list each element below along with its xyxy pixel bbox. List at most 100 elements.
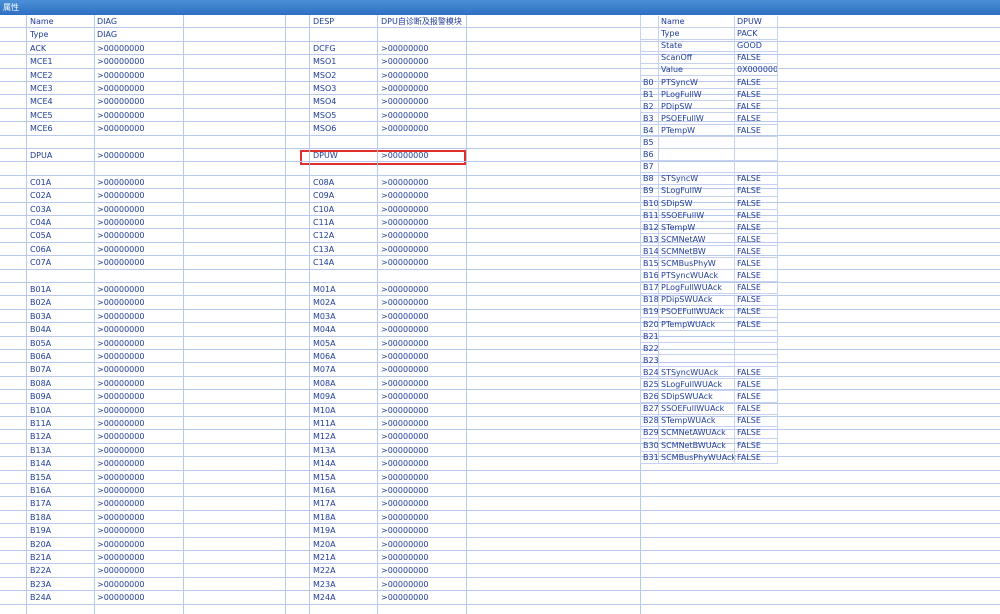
property-value[interactable]: >00000000 <box>381 444 428 457</box>
table-row[interactable] <box>0 430 1000 444</box>
property-value[interactable]: DIAG <box>97 28 117 41</box>
property-value[interactable]: >00000000 <box>97 55 144 68</box>
property-value[interactable]: DPU自诊断及报警模块 <box>381 15 462 28</box>
property-value[interactable]: >00000000 <box>381 55 428 68</box>
property-value[interactable]: >00000000 <box>97 189 144 202</box>
bit-value[interactable]: FALSE <box>737 113 777 125</box>
table-row[interactable] <box>0 256 1000 270</box>
table-row[interactable] <box>0 136 1000 149</box>
property-value[interactable]: >00000000 <box>97 457 144 470</box>
property-value[interactable]: >00000000 <box>381 551 428 564</box>
property-value[interactable]: >00000000 <box>381 404 428 417</box>
property-value[interactable]: >00000000 <box>97 256 144 269</box>
bit-value[interactable] <box>737 137 777 149</box>
bit-value[interactable]: FALSE <box>737 234 777 246</box>
property-value[interactable]: >00000000 <box>97 484 144 497</box>
property-value[interactable]: >00000000 <box>381 296 428 309</box>
property-value[interactable]: >00000000 <box>97 310 144 323</box>
property-value[interactable]: >00000000 <box>97 337 144 350</box>
property-value[interactable]: >00000000 <box>97 149 144 162</box>
table-row[interactable] <box>0 189 1000 203</box>
property-value[interactable]: DIAG <box>97 15 117 28</box>
property-value[interactable]: >00000000 <box>381 578 428 591</box>
table-row[interactable] <box>0 471 1000 484</box>
property-value[interactable]: >00000000 <box>97 511 144 524</box>
property-value[interactable]: >00000000 <box>97 564 144 577</box>
table-row[interactable] <box>0 564 1000 578</box>
table-row[interactable] <box>0 350 1000 364</box>
property-value[interactable]: >00000000 <box>97 122 144 135</box>
table-row[interactable] <box>0 109 1000 123</box>
property-value[interactable]: >00000000 <box>381 350 428 363</box>
bit-value[interactable]: FALSE <box>737 379 777 391</box>
table-row[interactable] <box>0 149 1000 163</box>
bit-value[interactable] <box>737 161 777 173</box>
property-value[interactable]: >00000000 <box>381 310 428 323</box>
table-row[interactable] <box>0 363 1000 377</box>
property-value[interactable]: >00000000 <box>381 203 428 216</box>
property-value[interactable]: >00000000 <box>381 122 428 135</box>
property-value[interactable]: >00000000 <box>381 511 428 524</box>
table-row[interactable] <box>0 243 1000 257</box>
bit-value[interactable]: 0X0000000 <box>737 64 777 76</box>
property-value[interactable]: >00000000 <box>97 216 144 229</box>
property-value[interactable]: >00000000 <box>381 497 428 510</box>
property-value[interactable]: >00000000 <box>381 95 428 108</box>
property-value[interactable]: >00000000 <box>97 229 144 242</box>
property-value[interactable]: >00000000 <box>97 296 144 309</box>
bit-value[interactable]: FALSE <box>737 52 777 64</box>
property-value[interactable]: >00000000 <box>381 430 428 443</box>
table-row[interactable] <box>0 457 1000 471</box>
property-value[interactable]: >00000000 <box>381 484 428 497</box>
table-row[interactable] <box>0 95 1000 109</box>
property-value[interactable]: >00000000 <box>97 390 144 403</box>
bit-value[interactable] <box>737 149 777 161</box>
bit-value[interactable]: FALSE <box>737 391 777 403</box>
property-value[interactable]: >00000000 <box>97 323 144 336</box>
bit-value[interactable]: FALSE <box>737 173 777 185</box>
bit-value[interactable]: PACK <box>737 28 777 40</box>
bit-value[interactable]: FALSE <box>737 185 777 197</box>
property-value[interactable]: >00000000 <box>381 42 428 55</box>
table-row[interactable] <box>0 229 1000 243</box>
property-value[interactable]: >00000000 <box>97 444 144 457</box>
property-value[interactable]: >00000000 <box>381 591 428 604</box>
property-value[interactable]: >00000000 <box>381 69 428 82</box>
bit-value[interactable] <box>737 355 777 367</box>
bit-value[interactable] <box>737 331 777 343</box>
property-value[interactable]: >00000000 <box>381 524 428 537</box>
property-value[interactable]: >00000000 <box>381 471 428 484</box>
bit-value[interactable]: FALSE <box>737 367 777 379</box>
property-value[interactable]: >00000000 <box>381 363 428 376</box>
property-value[interactable]: >00000000 <box>381 176 428 189</box>
property-value[interactable]: >00000000 <box>381 216 428 229</box>
property-value[interactable]: >00000000 <box>381 82 428 95</box>
table-row[interactable] <box>0 524 1000 538</box>
property-value[interactable]: >00000000 <box>97 243 144 256</box>
property-value[interactable]: >00000000 <box>97 551 144 564</box>
property-value[interactable]: >00000000 <box>97 176 144 189</box>
property-value[interactable]: >00000000 <box>381 337 428 350</box>
table-row[interactable] <box>0 323 1000 337</box>
property-value[interactable]: >00000000 <box>381 243 428 256</box>
property-value[interactable]: >00000000 <box>381 538 428 551</box>
table-row[interactable] <box>0 578 1000 592</box>
bit-value[interactable]: FALSE <box>737 89 777 101</box>
table-row[interactable] <box>0 15 1000 29</box>
bit-value[interactable]: FALSE <box>737 246 777 258</box>
property-value[interactable]: >00000000 <box>97 591 144 604</box>
bit-value[interactable]: FALSE <box>737 403 777 415</box>
property-value[interactable]: >00000000 <box>97 404 144 417</box>
table-row[interactable] <box>0 216 1000 230</box>
property-value[interactable]: >00000000 <box>381 417 428 430</box>
property-value[interactable]: >00000000 <box>97 430 144 443</box>
property-value[interactable]: >00000000 <box>381 390 428 403</box>
bit-value[interactable]: DPUW <box>737 16 777 28</box>
property-value[interactable]: >00000000 <box>381 377 428 390</box>
property-value[interactable]: >00000000 <box>381 323 428 336</box>
property-value[interactable]: >00000000 <box>97 283 144 296</box>
table-row[interactable] <box>0 591 1000 605</box>
bit-value[interactable]: FALSE <box>737 452 777 464</box>
property-value[interactable]: >00000000 <box>97 417 144 430</box>
property-value[interactable]: >00000000 <box>97 497 144 510</box>
